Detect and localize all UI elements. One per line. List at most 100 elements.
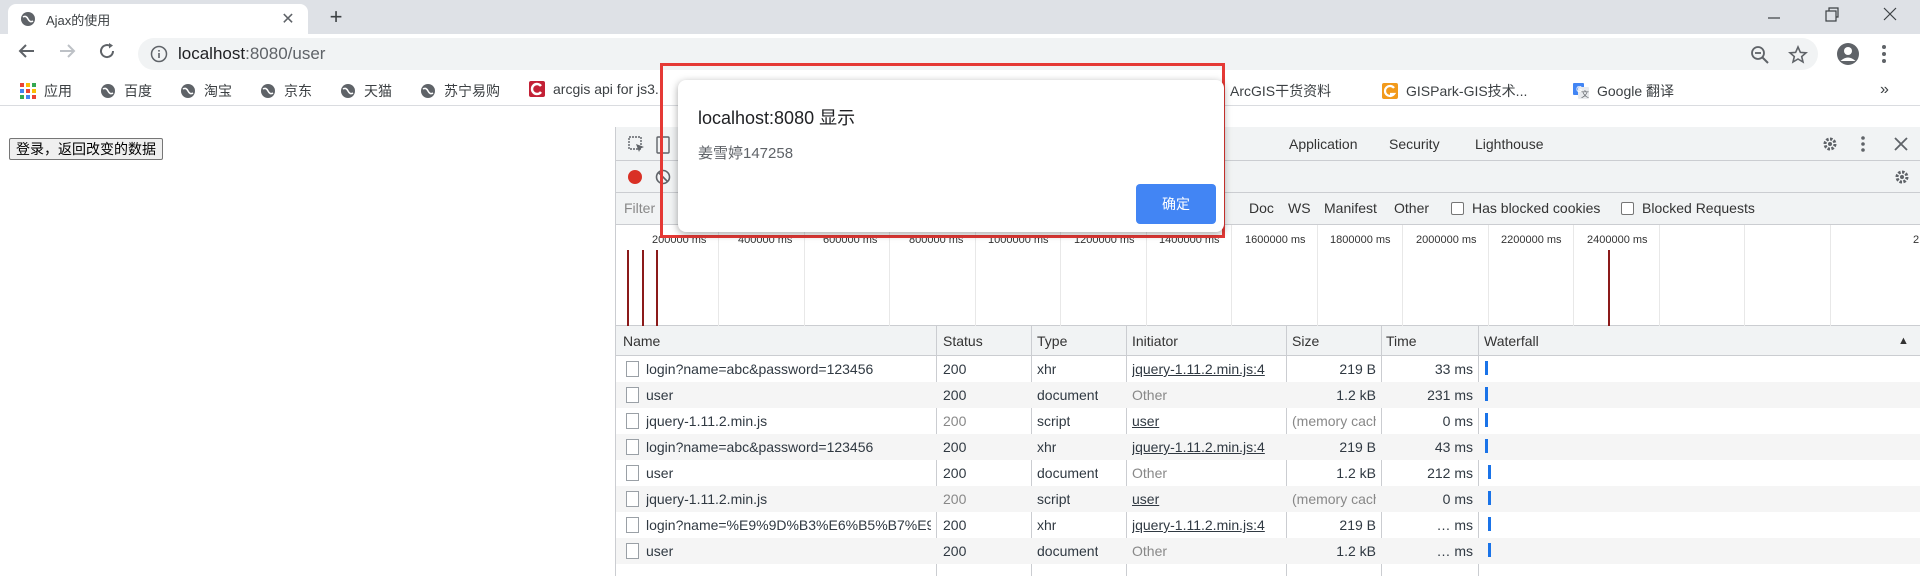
has-blocked-cookies-checkbox[interactable] [1451,202,1464,215]
record-icon[interactable] [627,169,643,185]
bookmark-label: arcgis api for js3. [553,81,659,97]
table-row[interactable]: login?name=abc&password=123456 200 xhr jque… [616,356,1920,382]
bookmark-arcgis-api[interactable]: arcgis api for js3. [529,81,659,97]
close-devtools-icon[interactable] [1894,137,1908,151]
login-button[interactable]: 登录，返回改变的数据 [9,138,163,160]
bookmark-arcgis-resources[interactable]: ArcGIS干货资料 [1230,81,1331,101]
col-waterfall[interactable]: Waterfall [1484,333,1539,349]
bookmark-label: ArcGIS干货资料 [1230,83,1332,99]
filter-input[interactable]: Filter [624,200,655,216]
close-tab-icon[interactable]: ✕ [280,9,296,29]
back-button[interactable] [14,41,40,67]
cell-size: 1.2 kB [1336,387,1376,403]
bookmark-suning[interactable]: 苏宁易购 [420,81,500,101]
bookmark-tmall[interactable]: 天猫 [340,81,392,101]
cell-initiator: Other [1132,543,1168,559]
cell-time: 33 ms [1434,361,1473,377]
bookmark-baidu[interactable]: 百度 [100,81,152,101]
profile-avatar-icon[interactable] [1836,42,1860,66]
table-row[interactable]: login?name=%E9%9D%B3%E6%B5%B7%E9%98%B...… [616,512,1920,538]
tab-lighthouse[interactable]: Lighthouse [1475,136,1544,152]
cell-name: jquery-1.11.2.min.js [646,491,768,507]
cell-initiator[interactable]: user [1132,491,1282,507]
dialog-title: localhost:8080 显示 [698,108,856,128]
timeline-gridline [1744,225,1745,326]
col-status[interactable]: Status [943,333,983,349]
waterfall-bar [1488,543,1491,557]
blocked-requests-checkbox[interactable] [1621,202,1634,215]
timeline-event-marker [627,250,629,326]
bookmark-google-translate[interactable]: G 文 Google 翻译 [1573,81,1674,101]
inspect-element-icon[interactable] [628,136,646,154]
timeline-event-marker [1608,250,1610,326]
col-name[interactable]: Name [623,333,660,349]
bookmark-taobao[interactable]: 淘宝 [180,81,232,101]
waterfall-bar [1488,465,1491,479]
restore-button[interactable] [1810,4,1854,30]
col-type[interactable]: Type [1037,333,1067,349]
bookmark-star-icon[interactable] [1788,45,1808,65]
forward-arrow-icon [60,44,76,58]
file-icon [626,491,639,507]
timeline-gridline [1659,225,1660,326]
cell-name: jquery-1.11.2.min.js [646,413,768,429]
bookmark-apps[interactable]: 应用 [20,81,72,101]
cell-size: 1.2 kB [1336,543,1376,559]
col-time[interactable]: Time [1386,333,1417,349]
devtools-menu-icon[interactable] [1860,135,1866,153]
browser-tab[interactable]: Ajax的使用 ✕ [8,4,308,34]
timeline-gridline [1830,225,1831,326]
close-window-button[interactable] [1868,4,1912,30]
file-icon [626,517,639,533]
cell-initiator[interactable]: jquery-1.11.2.min.js:4 [1132,517,1282,533]
new-tab-button[interactable]: + [324,6,348,30]
info-icon[interactable] [150,45,168,63]
table-row[interactable]: jquery-1.11.2.min.js 200 script user (memory… [616,408,1920,434]
timeline-gridline [889,225,890,326]
file-icon [626,439,639,455]
cell-size: (memory cach... [1292,491,1376,507]
bookmark-label: 百度 [124,83,152,99]
cell-initiator[interactable]: jquery-1.11.2.min.js:4 [1132,361,1282,377]
filter-doc[interactable]: Doc [1249,200,1274,216]
table-row[interactable]: user 200 document Other 1.2 kB 231 ms [616,382,1920,408]
table-row[interactable]: jquery-1.11.2.min.js 200 script user (memory… [616,486,1920,512]
url-path: :8080/user [245,44,326,63]
bookmark-label: 京东 [284,83,312,99]
file-icon [626,413,639,429]
more-bookmarks-icon[interactable]: » [1880,81,1889,99]
filter-manifest[interactable]: Manifest [1324,200,1377,216]
tab-security[interactable]: Security [1389,136,1440,152]
table-row[interactable]: user 200 document Other 1.2 kB 212 ms [616,460,1920,486]
col-size[interactable]: Size [1292,333,1319,349]
bookmark-label: Google 翻译 [1597,83,1675,99]
timeline-gridline [718,225,719,326]
cell-time: 231 ms [1427,387,1473,403]
cell-initiator[interactable]: jquery-1.11.2.min.js:4 [1132,439,1282,455]
table-row[interactable]: user 200 document Other 1.2 kB … ms [616,538,1920,564]
tab-application[interactable]: Application [1289,136,1358,152]
apps-icon [20,83,36,99]
bookmark-label: GISPark-GIS技术... [1406,83,1528,99]
network-overview-timeline[interactable]: 200000 ms 400000 ms 600000 ms 800000 ms … [616,225,1920,326]
filter-ws[interactable]: WS [1288,200,1311,216]
bookmark-gispark[interactable]: GISPark-GIS技术... [1382,81,1527,101]
zoom-out-icon[interactable] [1750,45,1770,65]
filter-other[interactable]: Other [1394,200,1429,216]
blocked-requests-label: Blocked Requests [1642,200,1755,216]
bookmark-jd[interactable]: 京东 [260,81,312,101]
menu-kebab-icon[interactable] [1880,44,1888,64]
cell-size: 1.2 kB [1336,465,1376,481]
minimize-button[interactable] [1752,4,1796,30]
table-row[interactable]: login?name=abc&password=123456 200 xhr jque… [616,434,1920,460]
cell-initiator[interactable]: user [1132,413,1282,429]
cell-time: 0 ms [1442,491,1473,507]
forward-button[interactable] [54,41,80,67]
col-initiator[interactable]: Initiator [1132,333,1178,349]
network-settings-icon[interactable] [1893,168,1911,186]
timeline-tick-label: 2400000 ms [1587,234,1648,246]
sort-up-icon[interactable]: ▲ [1898,335,1909,347]
settings-gear-icon[interactable] [1821,135,1839,153]
dialog-ok-button[interactable]: 确定 [1136,184,1216,224]
reload-button[interactable] [94,41,120,67]
